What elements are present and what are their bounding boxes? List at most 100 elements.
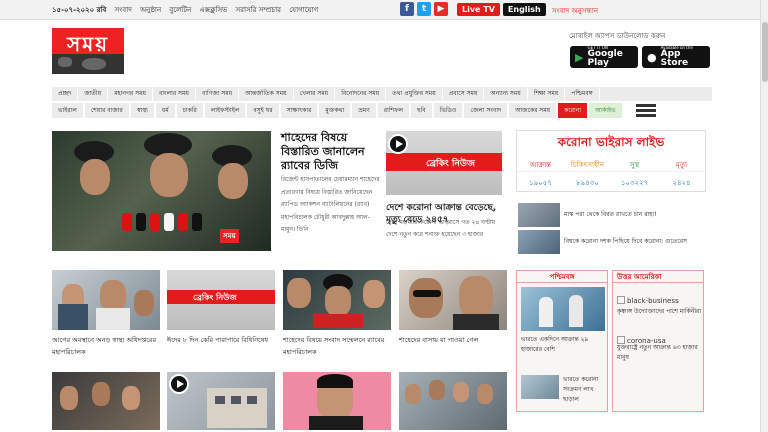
nav-others[interactable]: অন্যান্য সময়	[484, 87, 528, 101]
nav-bangla[interactable]: বাংলার সময়	[153, 87, 196, 101]
west-bengal-title[interactable]: পশ্চিমবঙ্গ	[517, 271, 607, 283]
google-play-button[interactable]: ▶ GET IT ON Google Play	[570, 46, 638, 68]
corona-label-treatment: চিকিৎসাধীন	[570, 161, 605, 169]
corona-live-widget[interactable]: করোনা ভাইরাস লাইভ আক্রান্ত চিকিৎসাধীন সু…	[516, 130, 706, 192]
top-link-news[interactable]: সংবাদ	[115, 6, 132, 14]
breaking-news-label: ব্রেকিং নিউজ	[426, 159, 475, 169]
site-logo[interactable]: সময়	[52, 28, 124, 74]
side-news-item[interactable]: মাস্ক পরা থেকে বিরত রাখতে চান রাহা!	[516, 203, 706, 227]
somoy-watermark: সময়	[220, 229, 239, 243]
nav-business[interactable]: বাণিজ্য সময়	[196, 87, 240, 101]
officer-face	[218, 163, 248, 199]
breaking-news-video-thumb[interactable]: ব্রেকিং নিউজ	[386, 131, 502, 195]
google-play-big: Google Play	[587, 49, 623, 68]
hero-headline[interactable]: শাহেদের বিষয়ে বিস্তারিত জানালেন র‍্যাবে…	[281, 131, 383, 173]
nav2-video[interactable]: ভিডিও	[433, 103, 463, 118]
facebook-icon[interactable]: f	[400, 2, 414, 16]
corona-value-deaths: ২৪২৪	[672, 179, 691, 187]
news-card-image	[283, 372, 391, 430]
play-icon[interactable]	[169, 374, 189, 394]
north-america-box: উত্তর আমেরিকা black-business কৃষ্ণাঙ্গ উ…	[612, 270, 704, 412]
app-store-button[interactable]: ● Available on the App Store	[642, 46, 710, 68]
world-map-icon	[52, 54, 124, 74]
top-link-exclusive[interactable]: এক্সক্লুসিভ	[200, 6, 228, 14]
west-bengal-thumbnail[interactable]	[521, 375, 559, 399]
play-store-icon: ▶	[575, 50, 584, 64]
apple-icon: ●	[647, 50, 657, 64]
hero-image[interactable]: সময়	[52, 131, 271, 251]
north-america-headline-2[interactable]: যুক্তরাষ্ট্রে নতুন আক্রান্ত ৬৩ হাজার মান…	[617, 343, 703, 363]
news-card-title: শাহেদের বিষয়ে সংবাদ সম্মেলনে র‍্যাবের ম…	[283, 336, 385, 356]
app-store-big: App Store	[660, 49, 689, 68]
north-america-headline-1[interactable]: কৃষ্ণাঙ্গ উদ্যোক্তাদের পাশে মার্কিনীরা	[617, 307, 703, 317]
top-link-program[interactable]: অনুষ্ঠান	[140, 6, 161, 14]
north-america-title[interactable]: উত্তর আমেরিকা	[613, 271, 703, 283]
nav2-travel[interactable]: ভ্রমণ	[352, 103, 376, 118]
nav2-free-talk[interactable]: মুক্তকথা	[319, 103, 351, 118]
nav2-archive[interactable]: আর্কাইভ	[589, 103, 622, 118]
divider	[517, 171, 705, 172]
corona-live-title: করোনা ভাইরাস লাইভ	[557, 135, 665, 149]
news-card-image	[52, 270, 160, 330]
english-button[interactable]: English	[502, 2, 546, 16]
nav-sports[interactable]: খেলার সময়	[294, 87, 336, 101]
facebook-glyph: f	[405, 4, 409, 14]
side-news-thumbnail	[518, 230, 560, 254]
news-card-title: ঈদের ৮ দিন কেরি পারাপারে বিধিনিষেধ	[167, 336, 268, 344]
nav-city[interactable]: মহানগর সময়	[108, 87, 153, 101]
west-bengal-headline-1[interactable]: ভারতে একদিনে আক্রান্ত ২৯ হাজারের বেশি	[521, 335, 607, 355]
side-news-item[interactable]: বিশ্বকে করোনা দশক পিছিয়ে দিবে করোনা: গু…	[516, 230, 706, 254]
west-bengal-headline-2[interactable]: ভারতে করোনা সংক্রমণ লাখ ছাড়াল	[563, 375, 607, 405]
nav2-home[interactable]: বসুই ঘর	[247, 103, 279, 118]
breaking-news-image: ব্রেকিং নিউজ	[167, 270, 275, 330]
top-link-bulletin[interactable]: বুলেটিন	[169, 6, 191, 14]
live-tv-button[interactable]: Live TV	[457, 2, 500, 16]
nav-home[interactable]: প্রচ্ছদ	[52, 87, 79, 101]
top-bar: ১৫-০৭-২০২০ রবি সংবাদ অনুষ্ঠান বুলেটিন এক…	[0, 0, 760, 20]
nav2-religion[interactable]: ধর্ম	[155, 103, 175, 118]
nav2-viral[interactable]: ভাইরাল	[52, 103, 83, 118]
nav2-photos[interactable]: ছবি	[410, 103, 432, 118]
nav2-today[interactable]: আজকের সময়	[509, 103, 557, 118]
current-date: ১৫-০৭-২০২০ রবি	[52, 6, 107, 14]
breaking-news-label: ব্রেকিং নিউজ	[193, 293, 237, 302]
nav-international[interactable]: আন্তর্জাতিক সময়	[239, 87, 294, 101]
play-icon[interactable]	[388, 134, 408, 154]
nav2-health[interactable]: স্বাস্থ্য	[130, 103, 154, 118]
top-link-live[interactable]: সরাসরি সম্প্রচার	[236, 6, 281, 14]
app-download-label: মোবাইল অ্যাপস ডাউনলোড করুন	[569, 32, 666, 40]
nav2-share-market[interactable]: শেয়ার বাজার	[84, 103, 129, 118]
nav-national[interactable]: জাতীয়	[78, 87, 109, 101]
news-card-title: শাহেদের বাসায় যা পাওয়া গেল	[399, 336, 479, 344]
nav-tech[interactable]: তথ্য প্রযুক্তির সময়	[386, 87, 443, 101]
west-bengal-box: পশ্চিমবঙ্গ ভারতে একদিনে আক্রান্ত ২৯ হাজা…	[516, 270, 608, 412]
hero-summary: রিজেন্ট হাসপাতালের চেয়ারম্যান শাহেদের প…	[281, 176, 380, 233]
west-bengal-image[interactable]	[521, 287, 605, 331]
nav-abroad[interactable]: প্রবাসে সময়	[443, 87, 485, 101]
nav2-lifestyle[interactable]: লাইফস্টাইল	[204, 103, 246, 118]
corona-value-infected: ১৯০৫৭	[529, 179, 552, 187]
youtube-icon[interactable]: ▶	[434, 2, 448, 16]
nav2-horoscope[interactable]: রাশিফল	[377, 103, 409, 118]
nav-education[interactable]: শিক্ষা সময়	[528, 87, 566, 101]
nav2-interview[interactable]: সাক্ষাৎকার	[280, 103, 318, 118]
corona-label-recovered: সুস্থ	[629, 161, 640, 169]
nav2-jobs[interactable]: চাকরি	[176, 103, 203, 118]
officer-face	[80, 159, 110, 195]
scrollbar-thumb[interactable]	[762, 22, 768, 82]
news-search-link[interactable]: সংবাদ অনুসন্ধান	[552, 5, 598, 17]
nav2-corona[interactable]: করোনা	[558, 103, 588, 118]
nav2-district[interactable]: জেলা সংবাদ	[464, 103, 508, 118]
nav-west-bengal[interactable]: পশ্চিমবঙ্গ	[565, 87, 600, 101]
corona-value-recovered: ১০৩২২৭	[620, 179, 649, 187]
nav-entertainment[interactable]: বিনোদনের সময়	[335, 87, 387, 101]
news-card-image	[52, 372, 160, 430]
top-link-contact[interactable]: যোগাযোগ	[289, 6, 318, 14]
page-scrollbar[interactable]	[760, 0, 768, 432]
hamburger-menu-icon[interactable]	[636, 104, 656, 117]
news-card-image	[283, 270, 391, 330]
officer-face	[150, 153, 188, 197]
mid-summary: দেশে মহামারী করোনা ভাইরাসে গত ২৪ ঘণ্টায়…	[386, 219, 496, 238]
twitter-icon[interactable]: t	[417, 2, 431, 16]
broken-image-icon[interactable]: black-business	[617, 296, 679, 305]
